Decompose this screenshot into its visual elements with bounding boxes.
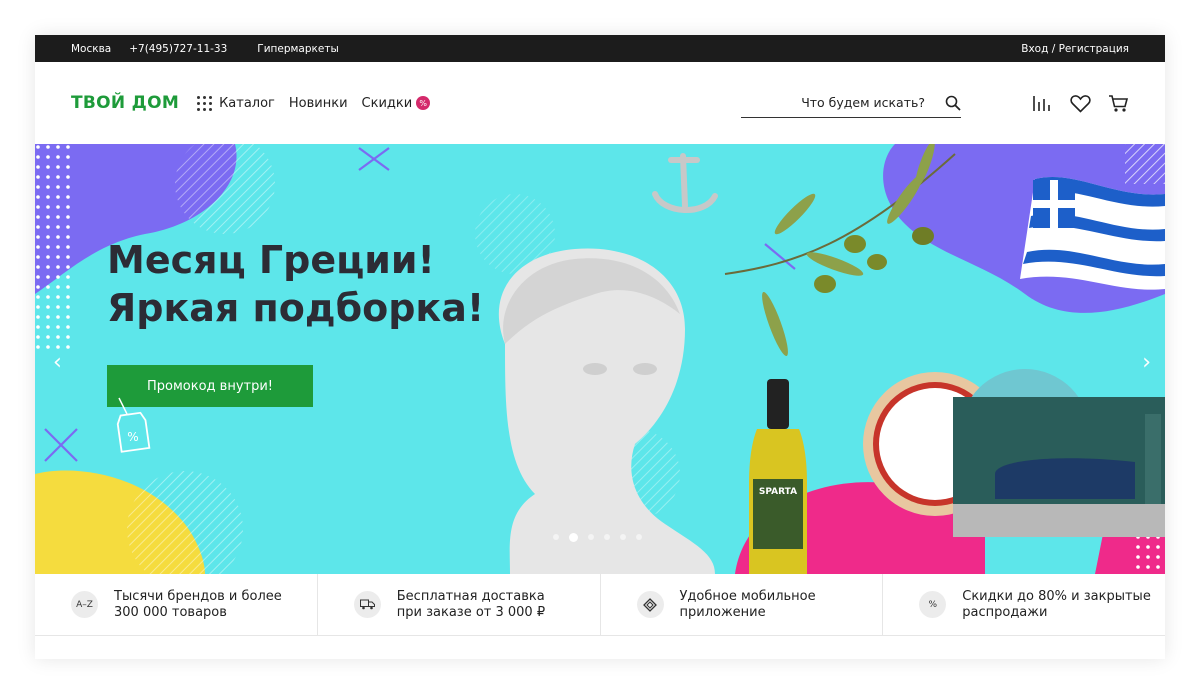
- hero-title-line2: Яркая подборка!: [107, 286, 485, 330]
- header: ТВОЙ ДОМ Каталог Новинки Скидки % Что бу…: [35, 62, 1165, 144]
- slider-dot[interactable]: [553, 534, 559, 540]
- bottle-label: SPARTA: [759, 487, 797, 497]
- tag-percent: %: [127, 430, 138, 444]
- heart-icon[interactable]: [1069, 92, 1091, 114]
- search-field[interactable]: Что будем искать?: [741, 88, 961, 118]
- bust-statue: [498, 248, 715, 574]
- cart-icon[interactable]: [1107, 92, 1129, 114]
- az-icon: A–Z: [71, 591, 98, 618]
- hypermarkets-link[interactable]: Гипермаркеты: [257, 43, 338, 55]
- feature-brands: A–Z Тысячи брендов и более 300 000 товар…: [35, 574, 318, 635]
- price-tag-icon: %: [116, 397, 151, 453]
- hero-title: Месяц Греции! Яркая подборка!: [107, 236, 484, 332]
- nav-sales-label: Скидки: [361, 95, 413, 111]
- olive-branch: [724, 144, 956, 357]
- slider-dot-active[interactable]: [569, 532, 578, 542]
- catalog-grid-icon: [197, 95, 213, 111]
- feature-brands-text: Тысячи брендов и более 300 000 товаров: [114, 588, 282, 620]
- oil-bottle: SPARTA: [749, 379, 807, 574]
- feature-delivery: Бесплатная доставка при заказе от 3 000 …: [318, 574, 601, 635]
- feature-delivery-text: Бесплатная доставка при заказе от 3 000 …: [396, 588, 546, 620]
- slider-next-arrow[interactable]: ›: [1142, 350, 1151, 375]
- interior-photo: [953, 397, 1165, 537]
- slider-dot[interactable]: [604, 534, 610, 540]
- truck-icon: [353, 591, 381, 618]
- logo[interactable]: ТВОЙ ДОМ: [71, 93, 179, 113]
- feature-discounts-text: Скидки до 80% и закрытые распродажи: [962, 588, 1151, 620]
- feature-discounts: % Скидки до 80% и закрытые распродажи: [883, 574, 1165, 635]
- slider-dot[interactable]: [620, 534, 626, 540]
- login-register-link[interactable]: Вход / Регистрация: [1021, 43, 1129, 55]
- top-bar: Москва +7(495)727-11-33 Гипермаркеты Вхо…: [35, 35, 1165, 62]
- slider-prev-arrow[interactable]: ‹: [53, 350, 62, 375]
- page-frame: Москва +7(495)727-11-33 Гипермаркеты Вхо…: [35, 35, 1165, 659]
- phone-link[interactable]: +7(495)727-11-33: [129, 43, 227, 55]
- slider-dot[interactable]: [636, 534, 642, 540]
- anchor-icon: [652, 153, 718, 213]
- search-icon[interactable]: [945, 95, 961, 111]
- hero-banner[interactable]: SPARTA Месяц Греции! Яркая подборка! Про…: [35, 144, 1165, 574]
- nav-new-label: Новинки: [288, 95, 348, 111]
- compare-icon[interactable]: [1031, 92, 1053, 114]
- nav-new[interactable]: Новинки: [289, 96, 348, 111]
- sales-percent-badge: %: [416, 96, 431, 110]
- app-icon: [636, 591, 664, 618]
- nav-sales[interactable]: Скидки %: [362, 96, 431, 111]
- header-icons: [1015, 92, 1129, 114]
- search-placeholder: Что будем искать?: [801, 95, 925, 110]
- slider-dot[interactable]: [588, 534, 594, 540]
- slider-dots: [553, 532, 652, 542]
- feature-app-text: Удобное мобильное приложение: [679, 588, 816, 620]
- main-nav: Каталог Новинки Скидки %: [197, 95, 444, 111]
- nav-catalog[interactable]: Каталог: [197, 95, 275, 111]
- features-bar: A–Z Тысячи брендов и более 300 000 товар…: [35, 574, 1165, 636]
- feature-app: Удобное мобильное приложение: [601, 574, 884, 635]
- percent-icon: %: [919, 591, 947, 618]
- city-link[interactable]: Москва: [71, 43, 111, 55]
- hero-decor: SPARTA: [35, 144, 1165, 574]
- nav-catalog-label: Каталог: [219, 95, 275, 111]
- hero-title-line1: Месяц Греции!: [107, 238, 435, 282]
